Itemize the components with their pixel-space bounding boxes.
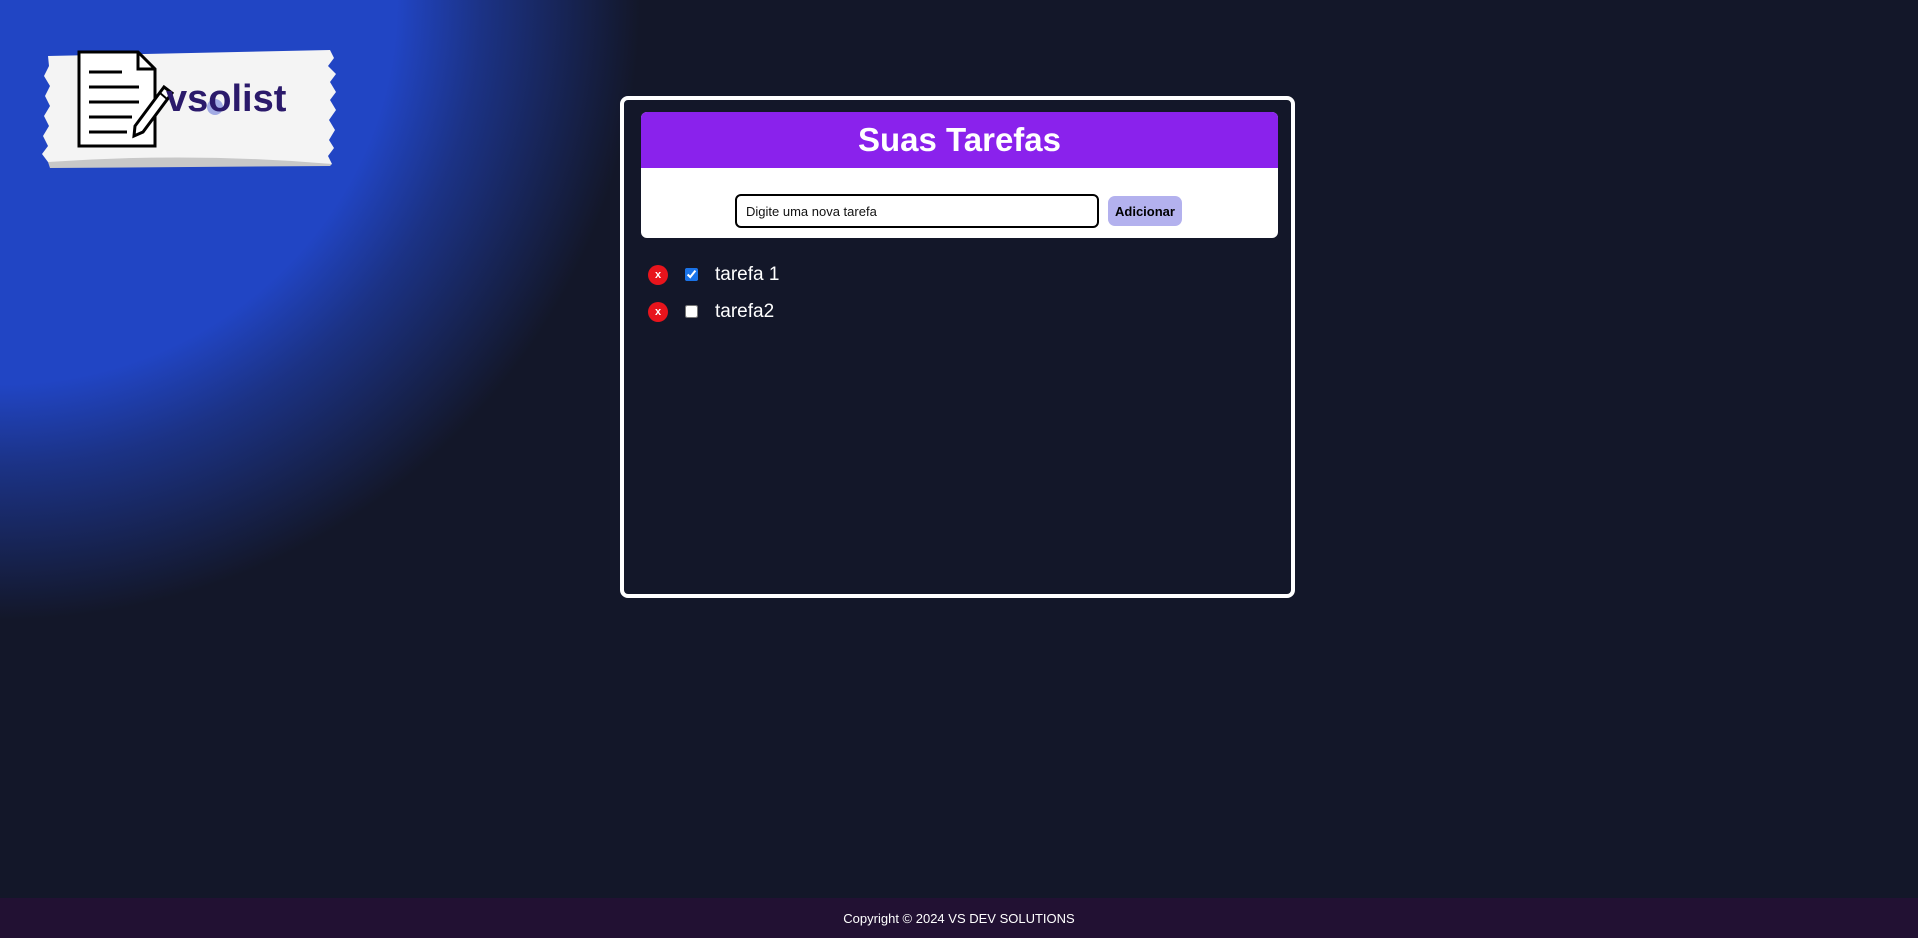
page-title: Suas Tarefas [641,112,1278,168]
task-label: tarefa2 [715,300,775,322]
add-task-form: Adicionar [735,194,1182,228]
delete-task-button[interactable]: x [648,301,668,322]
task-checkbox[interactable] [685,305,698,318]
app-logo: vsolist [42,50,340,168]
add-task-button[interactable]: Adicionar [1108,196,1182,226]
task-checkbox[interactable] [685,268,698,281]
task-label: tarefa 1 [715,263,780,285]
task-panel: Suas Tarefas Adicionar x tarefa 1 x tare… [620,96,1295,598]
panel-header: Suas Tarefas Adicionar [641,112,1278,238]
logo-text: vsolist [166,78,287,120]
task-item: x tarefa 1 [648,256,779,293]
new-task-input[interactable] [735,194,1099,228]
task-list: x tarefa 1 x tarefa2 [648,256,779,330]
footer-copyright: Copyright © 2024 VS DEV SOLUTIONS [0,898,1918,938]
delete-task-button[interactable]: x [648,264,668,285]
task-item: x tarefa2 [648,293,779,330]
